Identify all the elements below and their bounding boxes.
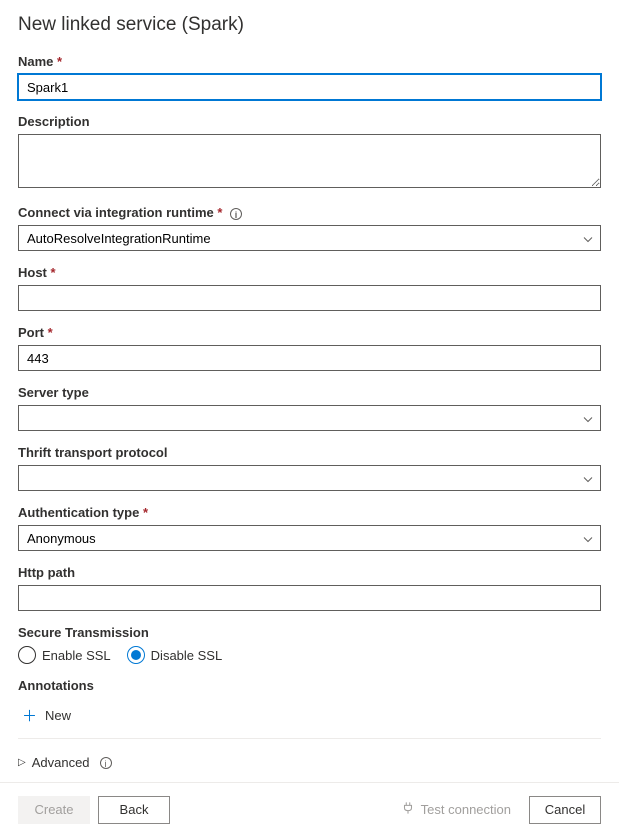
disable-ssl-label: Disable SSL — [151, 648, 223, 663]
info-icon[interactable]: i — [100, 757, 112, 769]
runtime-select[interactable] — [18, 225, 601, 251]
http-path-input[interactable] — [18, 585, 601, 611]
runtime-label: Connect via integration runtime i — [18, 205, 601, 220]
thrift-select[interactable] — [18, 465, 601, 491]
plus-icon: ＋ — [22, 705, 37, 726]
host-input[interactable] — [18, 285, 601, 311]
advanced-toggle[interactable]: ▷ Advanced i — [18, 753, 601, 772]
description-label: Description — [18, 114, 601, 129]
advanced-label: Advanced — [32, 755, 90, 770]
auth-type-label: Authentication type — [18, 505, 601, 520]
caret-right-icon: ▷ — [18, 757, 26, 768]
divider — [18, 738, 601, 739]
port-label: Port — [18, 325, 601, 340]
http-path-label: Http path — [18, 565, 601, 580]
server-type-label: Server type — [18, 385, 601, 400]
enable-ssl-radio[interactable]: Enable SSL — [18, 646, 111, 664]
create-button[interactable]: Create — [18, 796, 90, 824]
port-input[interactable] — [18, 345, 601, 371]
cancel-button[interactable]: Cancel — [529, 796, 601, 824]
name-input[interactable] — [18, 74, 601, 100]
plug-icon — [401, 801, 415, 818]
add-annotation-button[interactable]: ＋ New — [18, 699, 601, 732]
secure-transmission-radio-group: Enable SSL Disable SSL — [18, 646, 601, 664]
name-label: Name — [18, 54, 601, 69]
footer: Create Back Test connection Cancel — [0, 782, 619, 836]
radio-icon — [127, 646, 145, 664]
test-connection-label: Test connection — [421, 802, 511, 817]
annotations-label: Annotations — [18, 678, 601, 693]
enable-ssl-label: Enable SSL — [42, 648, 111, 663]
back-button[interactable]: Back — [98, 796, 170, 824]
new-annotation-label: New — [45, 708, 71, 723]
info-icon[interactable]: i — [230, 208, 242, 220]
auth-type-select[interactable] — [18, 525, 601, 551]
disable-ssl-radio[interactable]: Disable SSL — [127, 646, 223, 664]
host-label: Host — [18, 265, 601, 280]
thrift-label: Thrift transport protocol — [18, 445, 601, 460]
test-connection-button[interactable]: Test connection — [401, 801, 511, 818]
secure-transmission-label: Secure Transmission — [18, 625, 601, 640]
description-input[interactable] — [18, 134, 601, 188]
page-title: New linked service (Spark) — [18, 14, 601, 36]
radio-icon — [18, 646, 36, 664]
server-type-select[interactable] — [18, 405, 601, 431]
